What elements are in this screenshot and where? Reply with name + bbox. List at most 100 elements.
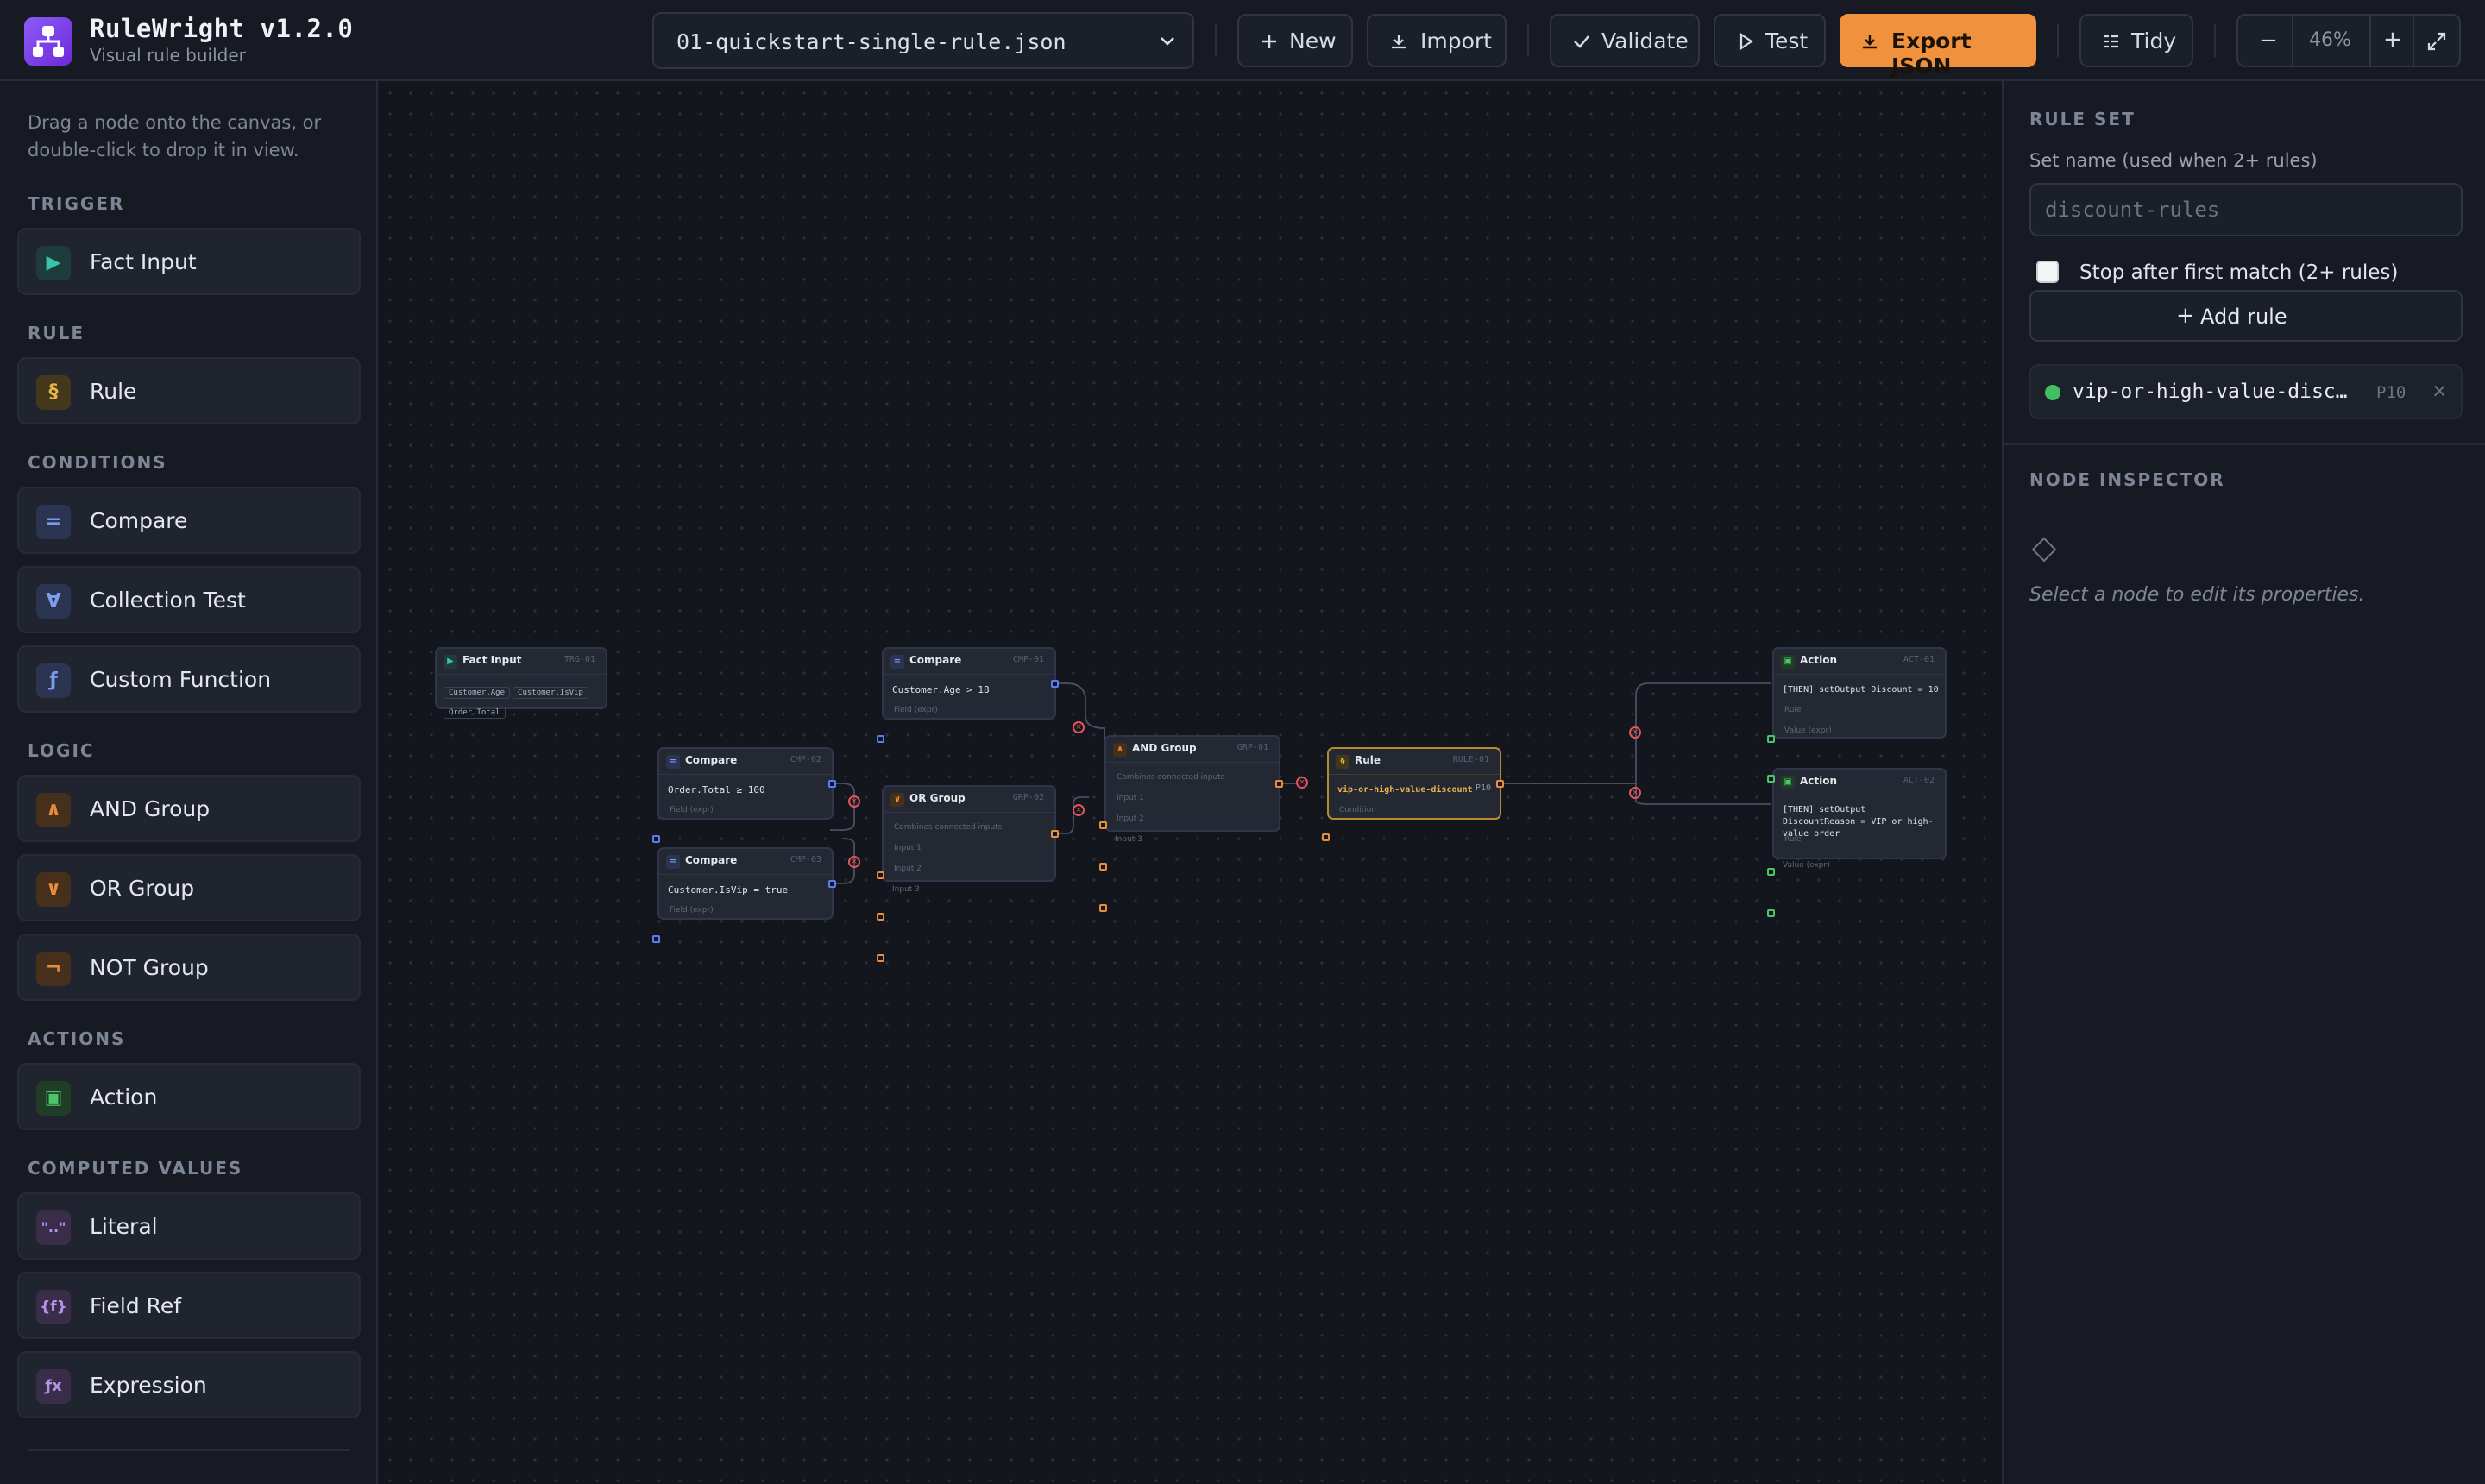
equals-icon: =	[666, 755, 680, 769]
test-button[interactable]: Test	[1714, 14, 1826, 67]
rule-priority: P10	[1475, 783, 1491, 793]
remove-edge-icon[interactable]: ×	[848, 795, 860, 808]
node-or-group[interactable]: ∨ OR Group GRP-02 Combines connected inp…	[882, 785, 1056, 882]
node-action-discount[interactable]: ▣ Action ACT-01 [THEN] setOutput Discoun…	[1772, 647, 1947, 739]
input-port[interactable]	[1099, 821, 1107, 829]
rule-list-item-name: vip-or-high-value-discount	[2073, 380, 2357, 403]
input-port[interactable]	[877, 871, 884, 879]
input-port[interactable]	[652, 835, 660, 843]
input-port[interactable]	[1322, 833, 1330, 841]
node-title: OR Group	[909, 792, 966, 804]
palette-item-rule[interactable]: § Rule	[17, 357, 361, 424]
edge	[1056, 796, 1089, 834]
node-id: GRP-01	[1236, 743, 1268, 752]
node-title: AND Group	[1132, 742, 1197, 754]
input-port[interactable]	[652, 935, 660, 943]
equals-icon: =	[36, 505, 71, 539]
panel-divider	[2004, 443, 2485, 445]
output-port[interactable]	[1051, 680, 1059, 688]
node-compare-age[interactable]: = Compare CMP-01 Customer.Age > 18 Field…	[882, 647, 1056, 720]
palette-item-label: AND Group	[90, 796, 211, 821]
output-port[interactable]	[1496, 780, 1504, 788]
input-port[interactable]	[877, 954, 884, 962]
node-and-group[interactable]: ∧ AND Group GRP-01 Combines connected in…	[1104, 735, 1280, 832]
remove-edge-icon[interactable]: ×	[1296, 777, 1308, 789]
palette-item-compare[interactable]: = Compare	[17, 487, 361, 554]
remove-edge-icon[interactable]: ×	[1629, 787, 1641, 799]
action-square-icon: ▣	[1781, 655, 1795, 669]
validate-button-label: Validate	[1601, 28, 1689, 53]
new-button[interactable]: New	[1237, 14, 1353, 67]
node-fact-input[interactable]: ▶ Fact Input TRG-01 Customer.Age Customer…	[435, 647, 607, 719]
input-port[interactable]	[1767, 735, 1775, 743]
remove-edge-icon[interactable]: ×	[848, 856, 860, 868]
palette-item-custom-function[interactable]: ƒ Custom Function	[17, 645, 361, 713]
node-inspector-title: NODE INSPECTOR	[2029, 469, 2225, 490]
input-port[interactable]	[877, 913, 884, 921]
rule-list-item[interactable]: vip-or-high-value-discount P10 ×	[2029, 364, 2463, 419]
set-name-input[interactable]	[2029, 183, 2463, 236]
node-header: ∨ OR Group GRP-02	[884, 787, 1054, 813]
palette-item-collection-test[interactable]: ∀ Collection Test	[17, 566, 361, 633]
set-name-label: Set name (used when 2+ rules)	[2029, 150, 2318, 171]
input-port[interactable]	[1767, 775, 1775, 783]
play-icon: ▶	[444, 655, 457, 669]
logical-or-icon: ∨	[36, 872, 71, 907]
input-port[interactable]	[1099, 904, 1107, 912]
output-port[interactable]	[1051, 830, 1059, 838]
port-label: Condition	[1339, 806, 1376, 814]
port-label: Value (expr)	[1783, 861, 1830, 870]
input-port[interactable]	[1099, 863, 1107, 871]
port-label: Field (expr)	[894, 706, 938, 714]
output-port[interactable]	[828, 880, 836, 888]
palette-item-label: Compare	[90, 508, 188, 533]
palette-item-or-group[interactable]: ∨ OR Group	[17, 854, 361, 921]
add-rule-button[interactable]: + Add rule	[2029, 290, 2463, 342]
fit-view-icon[interactable]	[2426, 31, 2447, 52]
palette-item-action[interactable]: ▣ Action	[17, 1063, 361, 1130]
input-port[interactable]	[1767, 909, 1775, 917]
input-port[interactable]	[1767, 868, 1775, 876]
zoom-in-button[interactable]: +	[2383, 27, 2402, 53]
node-header: = Compare CMP-02	[659, 749, 832, 775]
remove-edge-icon[interactable]: ×	[1073, 721, 1085, 733]
node-title: Action	[1800, 775, 1838, 787]
export-json-button[interactable]: Export JSON	[1840, 14, 2036, 79]
output-port[interactable]	[1275, 780, 1283, 788]
input-port[interactable]	[877, 735, 884, 743]
node-compare-vip[interactable]: = Compare CMP-03 Customer.IsVip = true F…	[657, 847, 834, 920]
palette-item-label: Collection Test	[90, 588, 246, 613]
zoom-level: 46%	[2309, 29, 2351, 51]
import-button-label: Import	[1420, 28, 1492, 53]
close-icon[interactable]: ×	[2432, 380, 2447, 402]
palette-item-literal[interactable]: ".." Literal	[17, 1192, 361, 1260]
palette-item-field-ref[interactable]: {f} Field Ref	[17, 1272, 361, 1339]
stop-after-first-match-checkbox[interactable]	[2036, 261, 2059, 283]
palette-item-label: Custom Function	[90, 667, 272, 692]
file-select[interactable]: 01-quickstart-single-rule.json	[652, 12, 1194, 69]
palette-item-label: Fact Input	[90, 249, 197, 274]
validate-button[interactable]: Validate	[1550, 14, 1700, 67]
rule-canvas[interactable]: ▶ Fact Input TRG-01 Customer.Age Customer…	[380, 83, 2002, 1484]
import-button[interactable]: Import	[1367, 14, 1507, 67]
logical-or-icon: ∨	[890, 793, 904, 807]
output-port[interactable]	[828, 780, 836, 788]
logical-and-icon: ∧	[1113, 743, 1127, 757]
palette-item-and-group[interactable]: ∧ AND Group	[17, 775, 361, 842]
palette-item-not-group[interactable]: ¬ NOT Group	[17, 934, 361, 1001]
palette-item-fact-input[interactable]: ▶ Fact Input	[17, 228, 361, 295]
remove-edge-icon[interactable]: ×	[1073, 804, 1085, 816]
node-action-reason[interactable]: ▣ Action ACT-02 [THEN] setOutput Discoun…	[1772, 768, 1947, 859]
tidy-button[interactable]: Tidy	[2079, 14, 2193, 67]
play-icon	[1740, 32, 1753, 51]
zoom-divider	[2292, 16, 2293, 66]
palette-item-expression[interactable]: ƒx Expression	[17, 1351, 361, 1418]
node-compare-total[interactable]: = Compare CMP-02 Order.Total ≥ 100 Field…	[657, 747, 834, 820]
section-title-rule: RULE	[28, 323, 85, 343]
node-rule[interactable]: § Rule RULE-01 vip-or-high-value-discoun…	[1327, 747, 1501, 820]
section-title-trigger: TRIGGER	[28, 193, 125, 214]
zoom-out-button[interactable]: −	[2259, 28, 2278, 53]
remove-edge-icon[interactable]: ×	[1629, 726, 1641, 739]
node-header: = Compare CMP-03	[659, 849, 832, 875]
compare-expression: Order.Total ≥ 100	[668, 784, 765, 795]
